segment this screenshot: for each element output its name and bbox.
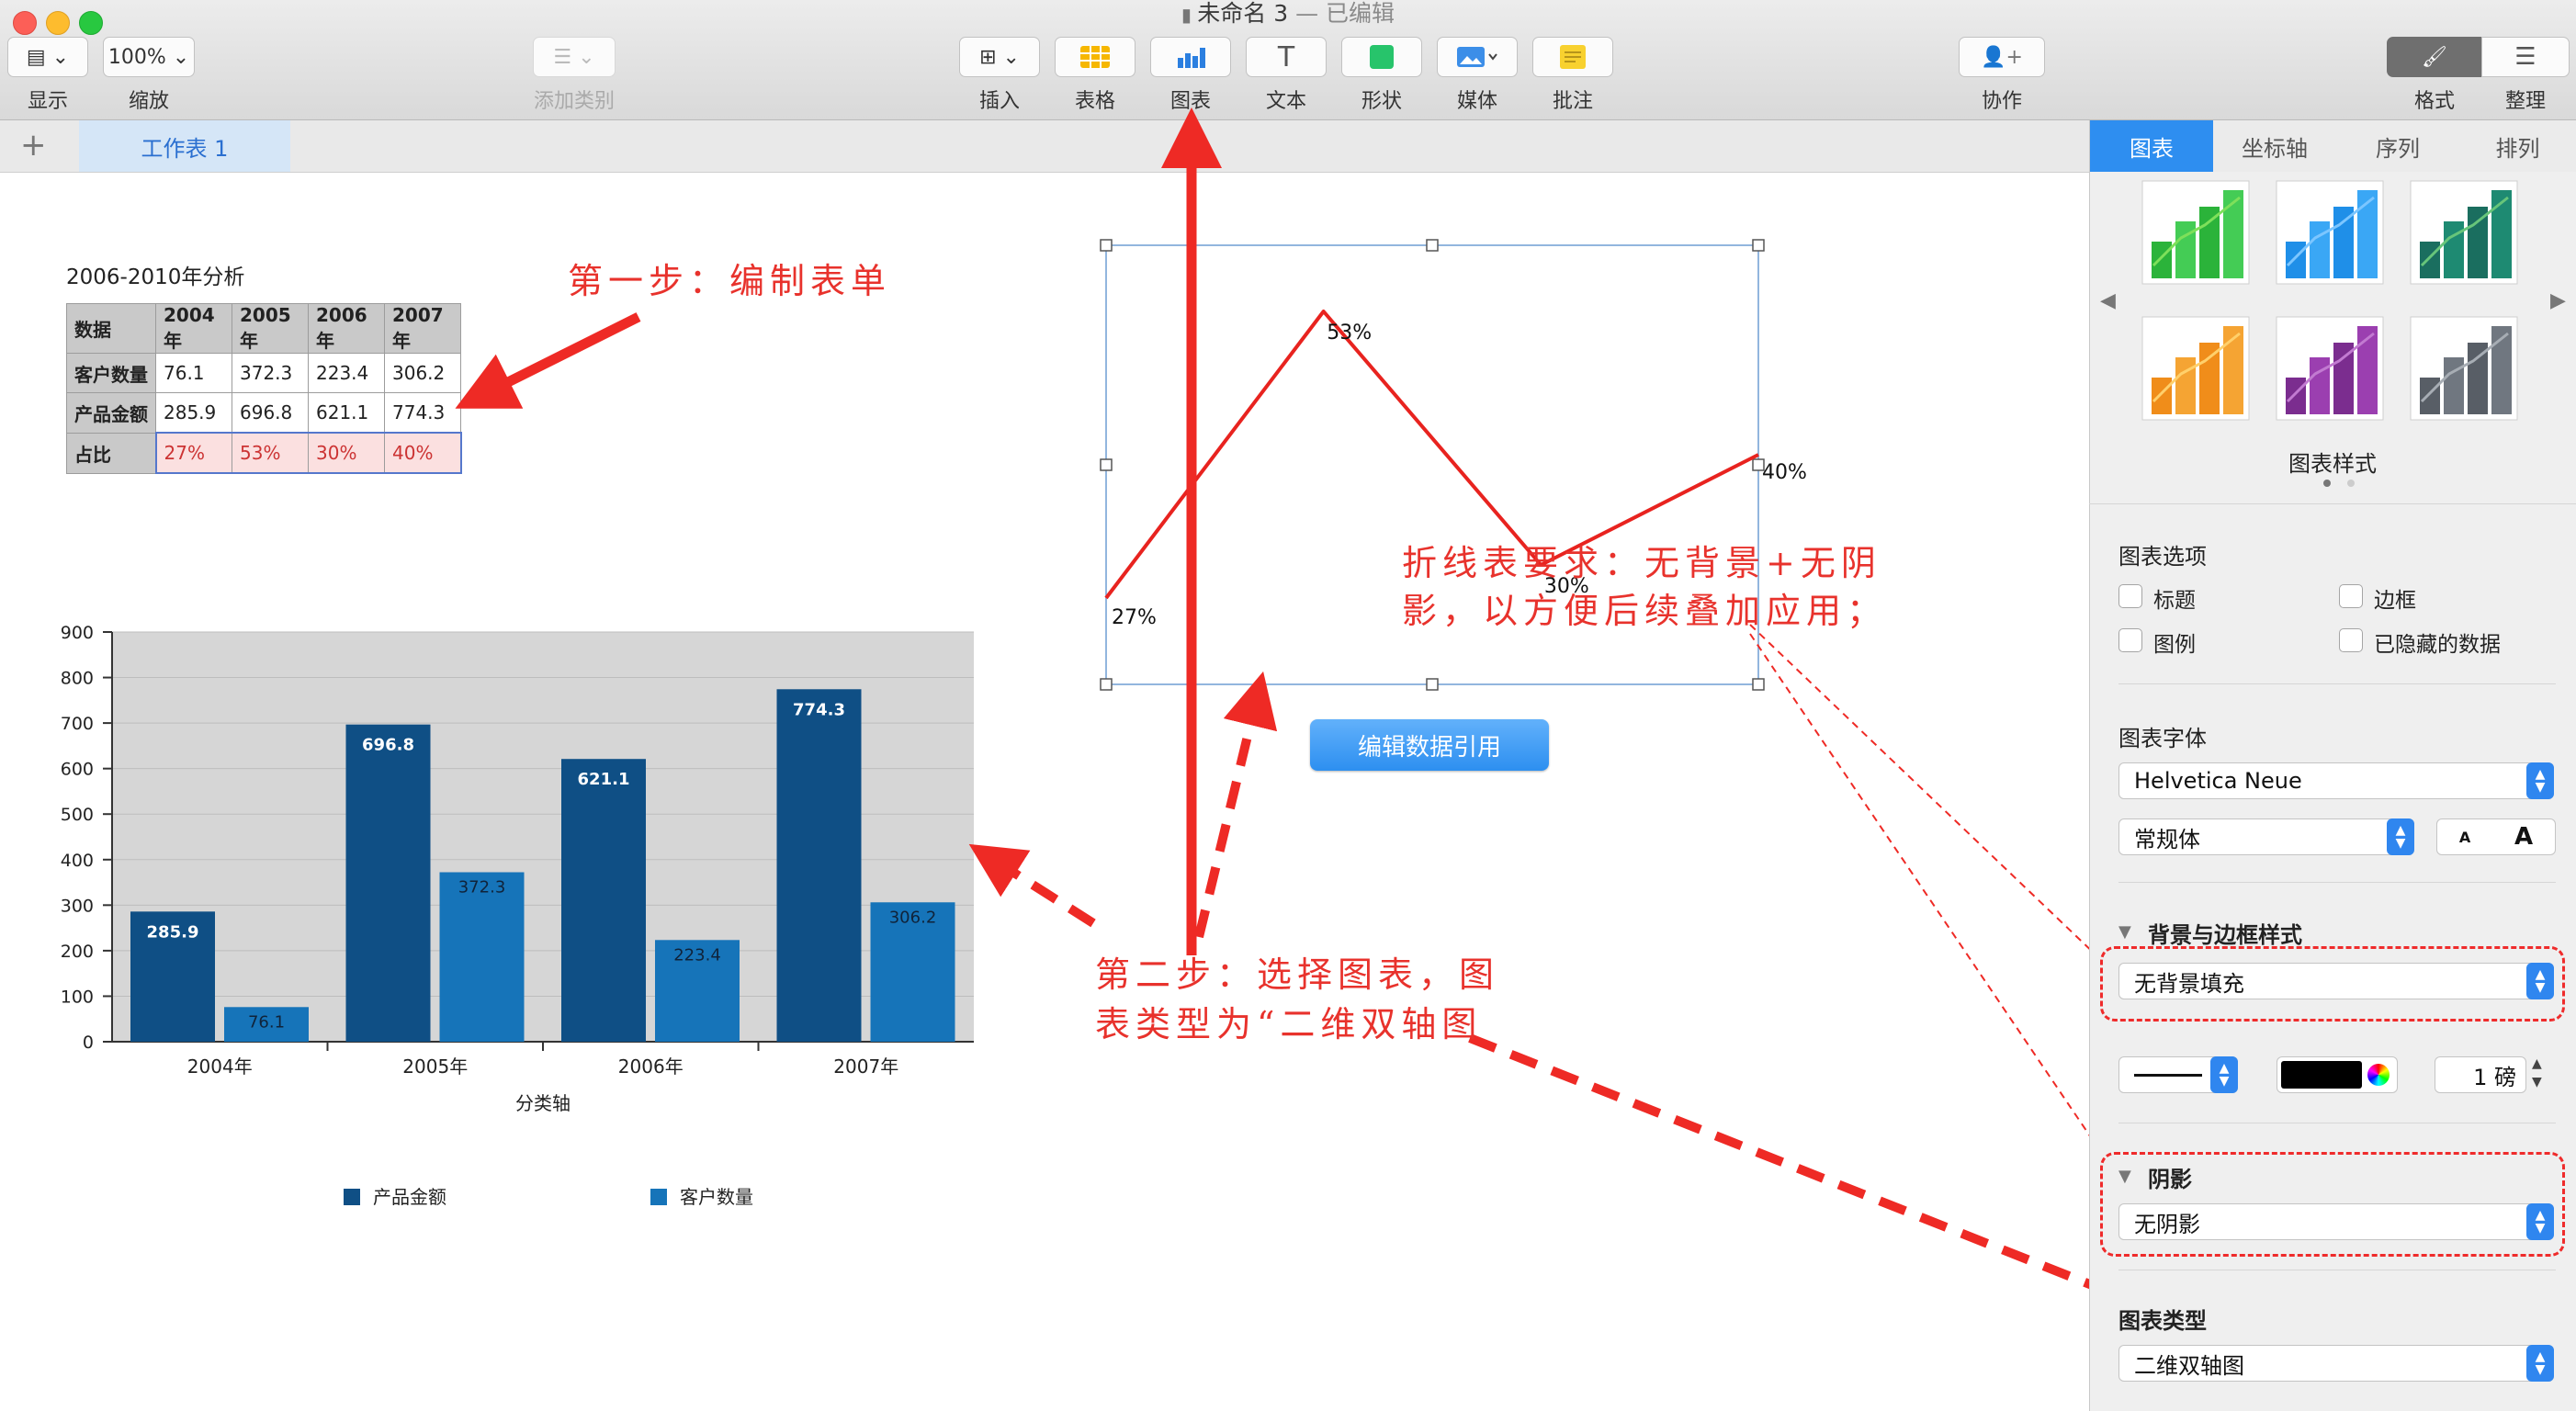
step2-annotation-line1: 第二步：选择图表，图 [1095, 954, 1500, 995]
background-border-title: 背景与边框样式 [2148, 922, 2302, 948]
title-option-label: 标题 [2153, 589, 2196, 613]
requirement-annotation-line1: 折线表要求：无背景+无阴 [1402, 543, 1881, 583]
chart-style-gallery[interactable] [2141, 179, 2526, 427]
border-color-well[interactable] [2277, 1056, 2398, 1093]
font-style-select[interactable]: 常规体 [2118, 818, 2414, 855]
disclosure-triangle-icon[interactable]: ▼ [2118, 1167, 2131, 1186]
next-styles-icon[interactable]: ▶ [2550, 289, 2566, 312]
shadow-title: 阴影 [2148, 1167, 2192, 1192]
border-width-field[interactable]: 1 磅 [2435, 1056, 2526, 1093]
width-stepper-icon[interactable]: ▲ ▼ [2532, 1055, 2542, 1091]
updown-icon: ▲ ▼ [2526, 963, 2554, 999]
tab-series[interactable]: 序列 [2336, 120, 2460, 172]
divider [2089, 503, 2576, 504]
bar-chart-arrow [968, 843, 1096, 928]
previous-styles-icon[interactable]: ◀ [2100, 289, 2116, 312]
larger-font-button[interactable]: A [2514, 823, 2533, 851]
thumbnail-bar [2286, 242, 2306, 278]
page-dot[interactable] [2347, 480, 2355, 487]
updown-icon: ▲ ▼ [2526, 1345, 2554, 1382]
thumbnail-bar [2152, 378, 2172, 414]
chart-options-title: 图表选项 [2118, 544, 2207, 570]
thumbnail-bar [2420, 378, 2440, 414]
border-option-label: 边框 [2374, 589, 2416, 613]
disclosure-triangle-icon[interactable]: ▼ [2118, 922, 2131, 942]
line-chart-arrow [1194, 671, 1278, 939]
updown-icon: ▲ ▼ [2526, 762, 2554, 799]
background-dashed-arrow [1749, 624, 2126, 984]
shadow-value: 无阴影 [2134, 1211, 2200, 1237]
page-dot-active[interactable] [2323, 480, 2331, 487]
thumbnail-bar [2444, 221, 2464, 278]
color-swatch [2281, 1061, 2362, 1089]
font-family-value: Helvetica Neue [2134, 768, 2302, 794]
font-family-select[interactable]: Helvetica Neue [2118, 762, 2554, 799]
chart-type-value: 二维双轴图 [2134, 1352, 2244, 1379]
chart-type-select[interactable]: 二维双轴图 [2118, 1345, 2554, 1382]
title-checkbox[interactable] [2118, 584, 2142, 608]
thumbnail-bar [2444, 357, 2464, 414]
chart-font-title: 图表字体 [2118, 726, 2207, 751]
shadow-select[interactable]: 无阴影 [2118, 1203, 2554, 1240]
thumbnail-bar [2286, 378, 2306, 414]
shadow-dashed-arrow [1749, 633, 2145, 1217]
thumbnail-bar [2310, 221, 2330, 278]
legend-option-label: 图例 [2153, 633, 2196, 657]
tab-chart[interactable]: 图表 [2090, 120, 2214, 172]
chart-styles-label: 图表样式 [2288, 451, 2377, 477]
color-wheel-icon[interactable] [2367, 1064, 2390, 1086]
font-style-value: 常规体 [2134, 826, 2200, 852]
legend-checkbox[interactable] [2118, 628, 2142, 652]
thumbnail-bar [2175, 357, 2196, 414]
updown-icon: ▲ ▼ [2387, 818, 2414, 855]
step2-annotation-line2: 表类型为“二维双轴图 [1095, 1004, 1483, 1044]
updown-icon: ▲ ▼ [2210, 1056, 2238, 1093]
thumbnail-bar [2310, 357, 2330, 414]
updown-icon: ▲ ▼ [2526, 1203, 2554, 1240]
border-checkbox[interactable] [2339, 584, 2363, 608]
requirement-annotation-line2: 影，以方便后续叠加应用； [1402, 591, 1888, 631]
tab-axis[interactable]: 坐标轴 [2213, 120, 2337, 172]
border-width-value: 1 磅 [2473, 1064, 2516, 1090]
tab-arrange[interactable]: 排列 [2459, 120, 2576, 172]
background-fill-value: 无背景填充 [2134, 970, 2244, 997]
thumbnail-bar [2175, 221, 2196, 278]
hidden-data-checkbox[interactable] [2339, 628, 2363, 652]
divider [2118, 882, 2556, 883]
thumbnail-bar [2152, 242, 2172, 278]
font-size-buttons[interactable]: A A [2436, 818, 2556, 855]
divider [2118, 683, 2556, 684]
hidden-data-option-label: 已隐藏的数据 [2374, 633, 2501, 657]
step1-annotation: 第一步：编制表单 [568, 261, 892, 301]
step1-arrow [455, 312, 641, 409]
solid-line-icon [2134, 1073, 2202, 1077]
background-fill-select[interactable]: 无背景填充 [2118, 963, 2554, 999]
chart-type-arrow [1468, 1033, 2166, 1320]
chart-type-title: 图表类型 [2118, 1308, 2207, 1334]
smaller-font-button[interactable]: A [2459, 829, 2470, 846]
thumbnail-bar [2420, 242, 2440, 278]
